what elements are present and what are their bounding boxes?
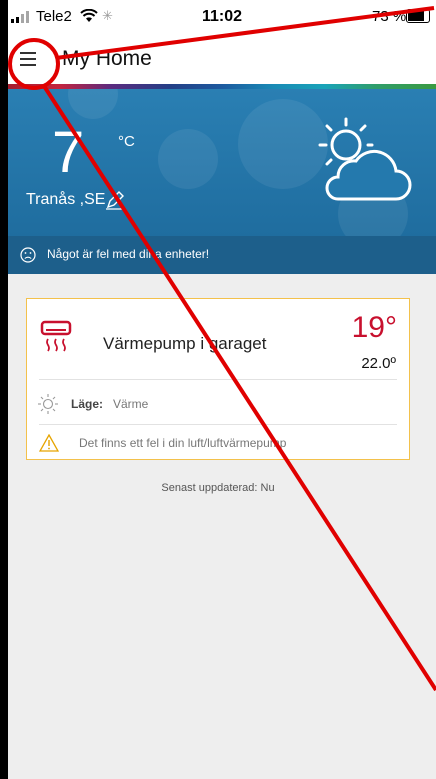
status-bar: Tele2 ✳ 11:02 73 % <box>8 0 436 34</box>
mode-label: Läge: <box>71 397 104 411</box>
divider <box>39 379 397 380</box>
clock: 11:02 <box>202 8 243 25</box>
device-card[interactable]: Värmepump i garaget 19° 22.0º Läge: Värm… <box>26 298 410 460</box>
wifi-icon <box>80 9 98 22</box>
error-banner-text: Något är fel med dina enheter! <box>47 247 210 261</box>
app-screen: Tele2 ✳ 11:02 73 % My Home 7 °C Tranås ,… <box>8 0 436 779</box>
weather-panel: 7 °C Tranås ,SE <box>8 89 436 236</box>
sun-behind-cloud-icon <box>318 117 412 201</box>
signal-icon <box>11 11 33 23</box>
divider <box>39 424 397 425</box>
battery-icon <box>406 9 430 23</box>
device-warning-text: Det finns ett fel i din luft/luftvärmepu… <box>79 436 287 450</box>
device-name: Värmepump i garaget <box>103 334 267 353</box>
temperature-unit: °C <box>118 133 135 150</box>
carrier-label: Tele2 <box>36 8 72 25</box>
device-error-banner[interactable]: Något är fel med dina enheter! <box>8 236 436 274</box>
last-updated-label: Senast uppdaterad: Nu <box>161 482 275 494</box>
outdoor-temperature: 7 <box>52 120 85 185</box>
sun-mode-icon <box>38 394 58 414</box>
sad-face-icon <box>20 247 36 263</box>
page-title: My Home <box>62 47 152 70</box>
location-label: Tranås ,SE <box>26 191 106 208</box>
battery-percent: 73 % <box>372 8 407 25</box>
set-temperature: 22.0º <box>361 355 396 372</box>
heat-pump-icon <box>40 320 72 352</box>
current-temperature: 19° <box>351 311 397 344</box>
top-nav-bar: My Home <box>8 34 436 86</box>
hamburger-menu-icon[interactable] <box>20 48 44 70</box>
warning-icon <box>39 434 59 452</box>
loading-spinner-icon: ✳ <box>102 8 113 23</box>
mode-value: Värme <box>113 397 149 411</box>
edit-location-pencil-icon[interactable] <box>104 189 126 211</box>
